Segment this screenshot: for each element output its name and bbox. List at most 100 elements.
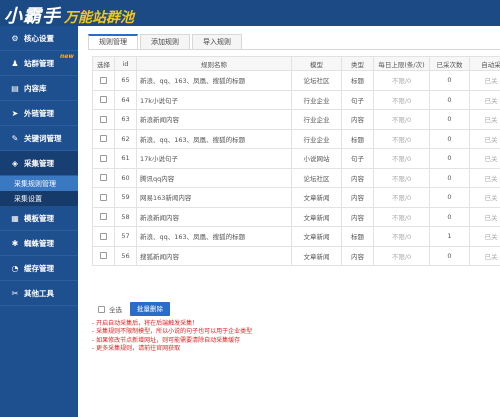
row-type: 标题 (341, 128, 374, 149)
template-icon: ▦ (11, 213, 19, 223)
row-id: 63 (114, 109, 137, 130)
row-daily-limit: 不限/0 (373, 148, 430, 169)
new-badge: new (60, 53, 74, 60)
row-auto-status: 已关 (469, 226, 500, 247)
sidebar-item-external-links[interactable]: ➤ 外链管理 (0, 101, 78, 126)
row-rule-name: 新浪、qq、163、凤凰、搜狐的标题 (136, 226, 292, 247)
gear-icon: ⚙ (11, 33, 19, 43)
link-icon: ➤ (11, 108, 19, 118)
row-daily-limit: 不限/0 (373, 89, 430, 110)
row-id: 61 (114, 148, 137, 169)
sidebar-item-core-settings[interactable]: ⚙ 核心设置 (0, 26, 78, 51)
row-rule-name: 腾讯qq内容 (136, 167, 292, 188)
row-type: 内容 (341, 206, 374, 227)
row-checkbox[interactable] (100, 115, 107, 123)
sidebar-item-label: 其他工具 (24, 288, 54, 298)
row-type: 内容 (341, 187, 374, 208)
row-auto-status: 已关 (469, 187, 500, 208)
table-row: 63 新浪新闻内容 行业企业 内容 不限/0 0 已关 (92, 109, 500, 130)
row-checkbox-cell (92, 109, 115, 130)
sidebar-item-templates[interactable]: ▦ 模板管理 (0, 206, 78, 231)
row-collect-count: 0 (429, 206, 470, 227)
logo-main-text: 小霸手 (4, 6, 61, 27)
row-id: 58 (114, 206, 137, 227)
row-collect-count: 0 (429, 109, 470, 130)
tab-add-rule[interactable]: 添加规则 (140, 34, 190, 49)
rules-table: 选择 id 规则名称 模型 类型 每日上限(条/次) 已采次数 自动采 65 新浪… (92, 56, 500, 266)
col-header-daily-limit: 每日上限(条/次) (373, 56, 430, 71)
sidebar-item-other-tools[interactable]: ✂ 其他工具 (0, 281, 78, 306)
row-id: 56 (114, 245, 137, 266)
sidebar-item-label: 采集管理 (24, 158, 54, 168)
row-id: 64 (114, 89, 137, 110)
select-all-checkbox[interactable] (98, 305, 105, 313)
sidebar-subitem-collect-rules[interactable]: 采集规则管理 (0, 176, 78, 191)
row-collect-count: 0 (429, 70, 470, 91)
row-auto-status: 已关 (469, 128, 500, 149)
sidebar-item-label: 蜘蛛管理 (24, 238, 54, 248)
row-model: 行业企业 (291, 89, 342, 110)
row-auto-status: 已关 (469, 109, 500, 130)
row-id: 65 (114, 70, 137, 91)
sidebar-item-cache[interactable]: ◔ 缓存管理 (0, 256, 78, 281)
tab-import-rule[interactable]: 导入规则 (192, 34, 242, 49)
row-auto-status: 已关 (469, 148, 500, 169)
table-row: 56 搜狐新闻内容 文章新闻 内容 不限/0 0 已关 (92, 245, 500, 266)
table-row: 60 腾讯qq内容 论坛社区 内容 不限/0 0 已关 (92, 167, 500, 188)
row-checkbox[interactable] (100, 76, 107, 84)
table-footer: 全选 批量删除 (98, 302, 170, 316)
col-header-model: 模型 (291, 56, 342, 71)
top-banner: 小霸手 万能站群池 (0, 0, 500, 27)
sidebar-item-label: 内容库 (24, 83, 47, 93)
logo-sub-text: 万能站群池 (64, 10, 134, 26)
tab-rule-management[interactable]: 规则管理 (88, 34, 138, 49)
row-model: 文章新闻 (291, 226, 342, 247)
cache-icon: ◔ (11, 263, 19, 273)
row-model: 小说网站 (291, 148, 342, 169)
row-model: 文章新闻 (291, 187, 342, 208)
user-icon: ♟ (11, 58, 19, 68)
row-auto-status: 已关 (469, 167, 500, 188)
row-daily-limit: 不限/0 (373, 70, 430, 91)
col-header-collect-count: 已采次数 (429, 56, 470, 71)
sidebar-item-keywords[interactable]: ✎ 关键词管理 (0, 126, 78, 151)
row-checkbox[interactable] (100, 96, 107, 104)
row-checkbox-cell (92, 206, 115, 227)
row-model: 文章新闻 (291, 245, 342, 266)
sidebar-item-label: 缓存管理 (24, 263, 54, 273)
row-daily-limit: 不限/0 (373, 206, 430, 227)
sidebar-item-site-group[interactable]: ♟ 站群管理 new (0, 51, 78, 76)
row-checkbox[interactable] (100, 154, 107, 162)
batch-delete-button[interactable]: 批量删除 (130, 302, 170, 316)
table-header-row: 选择 id 规则名称 模型 类型 每日上限(条/次) 已采次数 自动采 (92, 56, 500, 71)
row-auto-status: 已关 (469, 89, 500, 110)
tips-list: - 开启自动采集后，将在后端触发采集！ - 采集规则不限制模型，所以小说的句子也… (92, 320, 252, 353)
sidebar-item-content-library[interactable]: ▤ 内容库 (0, 76, 78, 101)
row-checkbox[interactable] (100, 213, 107, 221)
sidebar-item-spiders[interactable]: ✱ 蜘蛛管理 (0, 231, 78, 256)
row-collect-count: 0 (429, 89, 470, 110)
row-checkbox[interactable] (100, 232, 107, 240)
row-checkbox-cell (92, 148, 115, 169)
collect-icon: ◈ (11, 158, 19, 168)
sidebar-item-label: 模板管理 (24, 213, 54, 223)
sidebar-item-collect[interactable]: ◈ 采集管理 (0, 151, 78, 176)
row-collect-count: 0 (429, 245, 470, 266)
table-row: 62 新浪、qq、163、凤凰、搜狐的标题 行业企业 标题 不限/0 0 已关 (92, 128, 500, 149)
row-type: 内容 (341, 167, 374, 188)
sidebar-subitem-collect-settings[interactable]: 采集设置 (0, 191, 78, 206)
row-checkbox[interactable] (100, 252, 107, 260)
row-model: 论坛社区 (291, 70, 342, 91)
document-icon: ▤ (11, 83, 19, 93)
col-header-rule-name: 规则名称 (136, 56, 292, 71)
row-checkbox-cell (92, 167, 115, 188)
select-all-label: 全选 (109, 306, 122, 314)
row-checkbox[interactable] (100, 193, 107, 201)
row-checkbox[interactable] (100, 135, 107, 143)
row-auto-status: 已关 (469, 206, 500, 227)
row-id: 57 (114, 226, 137, 247)
row-checkbox[interactable] (100, 174, 107, 182)
col-header-auto: 自动采 (469, 56, 500, 71)
sidebar-item-label: 关键词管理 (24, 133, 62, 143)
row-checkbox-cell (92, 245, 115, 266)
